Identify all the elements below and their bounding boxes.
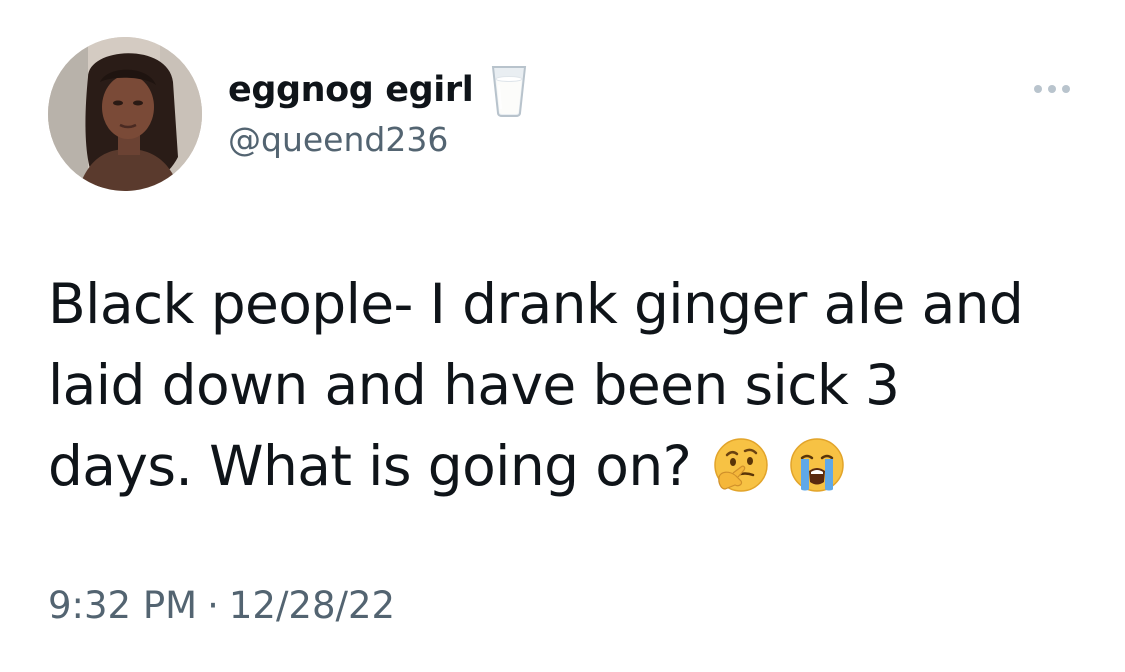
loudly-crying-face-icon bbox=[789, 434, 845, 492]
more-options-icon bbox=[1048, 85, 1056, 93]
tweet-text-line: laid down and have been sick 3 bbox=[48, 353, 900, 417]
tweet-text-line: days. What is going on? bbox=[48, 434, 692, 498]
more-options-icon bbox=[1034, 85, 1042, 93]
tweet-text-line-with-emoji: days. What is going on? bbox=[48, 426, 1088, 507]
tweet-text-line: Black people- I drank ginger ale and bbox=[48, 272, 1024, 336]
more-options-icon bbox=[1062, 85, 1070, 93]
author-handle[interactable]: @queend236 bbox=[228, 120, 448, 159]
glass-of-milk-icon bbox=[489, 63, 529, 117]
tweet-date: 12/28/22 bbox=[228, 584, 396, 627]
display-name[interactable]: eggnog egirl bbox=[228, 70, 474, 110]
avatar[interactable] bbox=[48, 37, 202, 191]
tweet-text: Black people- I drank ginger ale and lai… bbox=[48, 264, 1088, 507]
more-options-button[interactable] bbox=[1026, 74, 1078, 104]
tweet-timestamp[interactable]: 9:32 PM · 12/28/22 bbox=[48, 584, 395, 627]
profile-photo bbox=[48, 37, 202, 191]
thinking-face-icon bbox=[713, 434, 769, 492]
author-name-row: eggnog egirl bbox=[228, 63, 529, 117]
tweet-time: 9:32 PM bbox=[48, 584, 198, 627]
timestamp-separator: · bbox=[207, 584, 219, 627]
